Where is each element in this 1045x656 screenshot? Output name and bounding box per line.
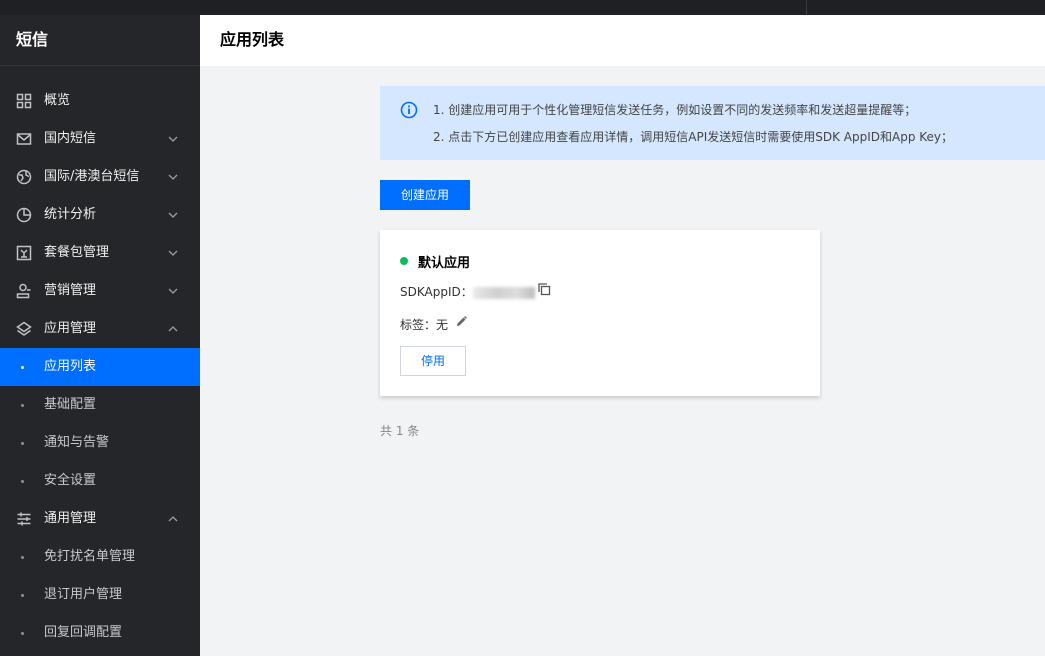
sidebar-item-app-list[interactable]: 应用列表 [0,348,200,386]
sidebar-item-domestic-sms[interactable]: 国内短信 [0,120,200,158]
info-notice: 1. 创建应用可用于个性化管理短信发送任务，例如设置不同的发送频率和发送超量提醒… [380,86,1045,160]
sidebar-item-label: 回复回调配置 [44,625,123,640]
sidebar-item-marketing[interactable]: 营销管理 [0,272,200,310]
sidebar-item-security[interactable]: 安全设置 [0,462,200,500]
user-marketing-icon [16,283,31,299]
bullet-dot [21,404,24,407]
grid-icon [16,93,32,109]
chevron-down-icon [168,250,178,256]
mail-icon [16,133,32,145]
sidebar-item-app-management[interactable]: 应用管理 [0,310,200,348]
chevron-up-icon [168,326,178,332]
pie-chart-icon [16,207,32,223]
sidebar-item-package[interactable]: 套餐包管理 [0,234,200,272]
info-icon [400,101,418,119]
app-name: 默认应用 [418,256,471,271]
sdk-app-id-label: SDKAppID： [400,285,473,299]
sidebar-item-reply-callback[interactable]: 回复回调配置 [0,614,200,652]
chevron-up-icon [168,516,178,522]
page-title: 应用列表 [220,30,285,49]
bullet-dot [21,480,24,483]
create-app-button[interactable]: 创建应用 [380,180,470,210]
bullet-dot [21,442,24,445]
page-header: 应用列表 [200,15,1045,66]
sidebar-menu: 概览 国内短信 国际/港澳台短信 统计分析 套餐包管理 营销管理 应用管理 应用… [0,66,200,652]
bullet-dot [21,594,24,597]
sidebar-item-label: 统计分析 [44,207,97,222]
edit-icon[interactable] [455,315,468,328]
sidebar-item-label: 营销管理 [44,283,97,298]
globe-icon [16,169,32,185]
sidebar-item-international-sms[interactable]: 国际/港澳台短信 [0,158,200,196]
app-card[interactable]: 默认应用 SDKAppID： 标签：无 停用 [380,230,820,396]
sidebar-item-overview[interactable]: 概览 [0,82,200,120]
sidebar-item-notifications[interactable]: 通知与告警 [0,424,200,462]
copy-icon[interactable] [537,282,551,296]
top-bar [0,0,1045,15]
sidebar-item-basic-config[interactable]: 基础配置 [0,386,200,424]
chevron-down-icon [168,136,178,142]
bullet-dot [21,632,24,635]
sidebar-item-label: 应用列表 [44,359,97,374]
sidebar-item-label: 概览 [44,93,71,108]
sidebar: 短信 概览 国内短信 国际/港澳台短信 统计分析 套餐包管理 营销管理 应用管理… [0,15,200,656]
sidebar-item-do-not-disturb[interactable]: 免打扰名单管理 [0,538,200,576]
sidebar-item-general-management[interactable]: 通用管理 [0,500,200,538]
sidebar-item-label: 国际/港澳台短信 [44,169,140,184]
total-count: 共 1 条 [380,424,420,438]
sidebar-item-unsubscribe-users[interactable]: 退订用户管理 [0,576,200,614]
chevron-down-icon [168,174,178,180]
sidebar-item-label: 安全设置 [44,473,97,488]
chevron-down-icon [168,212,178,218]
sidebar-item-label: 基础配置 [44,397,97,412]
bullet-dot [21,366,24,369]
bullet-dot [21,556,24,559]
sidebar-item-label: 套餐包管理 [44,245,110,260]
sidebar-item-label: 国内短信 [44,131,97,146]
notice-line-2: 2. 点击下方已创建应用查看应用详情，调用短信API发送短信时需要使用SDK A… [433,130,954,144]
package-icon [16,245,32,261]
sdk-app-id: SDKAppID： [400,283,535,300]
main-content: 1. 创建应用可用于个性化管理短信发送任务，例如设置不同的发送频率和发送超量提醒… [200,66,1045,656]
sidebar-item-label: 通知与告警 [44,435,110,450]
sdk-app-id-value-redacted [472,286,535,299]
sidebar-item-label: 通用管理 [44,511,97,526]
sliders-icon [17,512,31,526]
chevron-down-icon [168,288,178,294]
disable-app-button[interactable]: 停用 [400,346,466,376]
app-tag: 标签：无 [400,318,449,332]
sidebar-item-label: 应用管理 [44,321,97,336]
sidebar-item-label: 退订用户管理 [44,587,123,602]
sidebar-title: 短信 [0,15,200,66]
notice-line-1: 1. 创建应用可用于个性化管理短信发送任务，例如设置不同的发送频率和发送超量提醒… [433,103,917,117]
status-dot [400,257,408,265]
sidebar-item-label: 免打扰名单管理 [44,549,136,564]
top-bar-divider [806,0,807,15]
layers-icon [16,321,32,336]
sidebar-item-statistics[interactable]: 统计分析 [0,196,200,234]
